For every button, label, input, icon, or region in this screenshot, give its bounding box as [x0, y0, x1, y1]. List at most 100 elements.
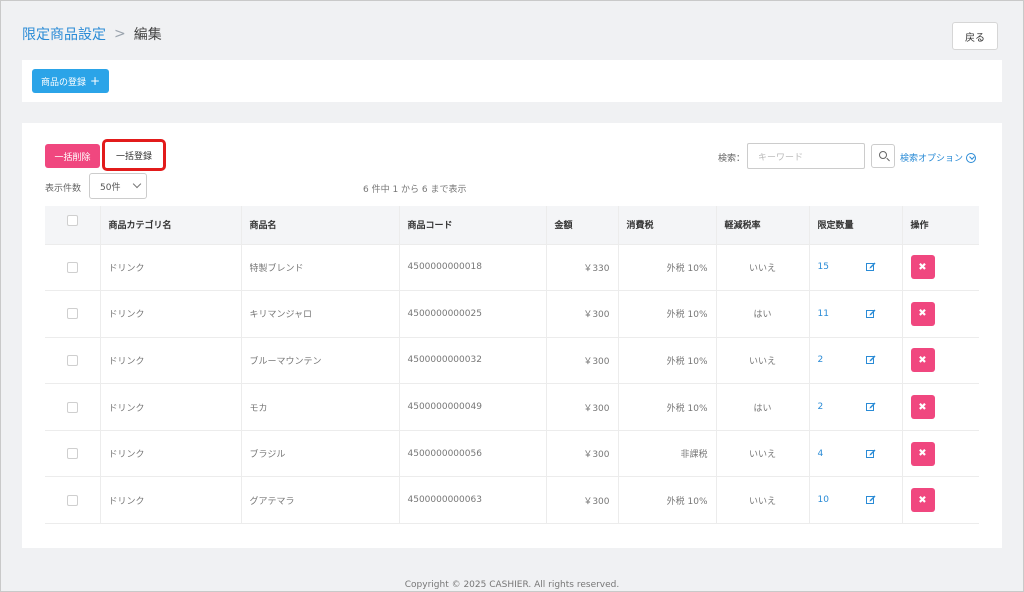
delete-row-button[interactable]: ✖	[910, 488, 935, 513]
header-reduced-rate[interactable]: 軽減税率	[716, 206, 810, 244]
row-checkbox-cell	[45, 383, 101, 431]
edit-icon[interactable]	[865, 402, 876, 412]
search-icon	[879, 151, 887, 159]
cell-price: ￥300	[546, 290, 619, 338]
cell-code: 4500000000032	[399, 336, 547, 384]
header-name[interactable]: 商品名	[241, 206, 400, 244]
close-icon: ✖	[918, 261, 927, 273]
cell-limit-qty: 2	[809, 383, 903, 431]
cell-category: ドリンク	[100, 336, 242, 384]
main-panel: 一括削除 一括登録 表示件数 50件 6 件中 1 から 6 まで表示 検索： …	[22, 123, 1002, 548]
cell-category: ドリンク	[100, 290, 242, 338]
cell-tax: 外税 10%	[618, 476, 717, 525]
cell-name: グアテマラ	[241, 476, 400, 525]
search-input[interactable]: キーワード	[747, 143, 865, 169]
cell-name: 特製ブレンド	[241, 243, 400, 291]
cell-reduced-rate: いいえ	[716, 336, 810, 384]
search-option-label: 検索オプション	[900, 154, 964, 164]
cell-limit-qty: 15	[809, 243, 903, 291]
header-code[interactable]: 商品コード	[399, 206, 547, 244]
edit-icon[interactable]	[865, 495, 876, 505]
cell-name: モカ	[241, 383, 400, 431]
cell-category: ドリンク	[100, 429, 242, 477]
row-checkbox[interactable]	[66, 448, 78, 460]
table-row: ドリンク ブルーマウンテン 4500000000032 ￥300 外税 10% いいえ 2 ✖	[45, 336, 979, 384]
breadcrumb: 限定商品設定 > 編集	[22, 24, 162, 44]
cell-name: ブルーマウンテン	[241, 336, 400, 384]
table-row: ドリンク キリマンジャロ 4500000000025 ￥300 外税 10% はい 11 ✖	[45, 290, 979, 338]
row-checkbox-cell	[45, 429, 101, 477]
delete-row-button[interactable]: ✖	[910, 255, 935, 280]
limit-wrap: 11	[818, 309, 902, 319]
delete-row-button[interactable]: ✖	[910, 348, 935, 373]
cell-code: 4500000000063	[399, 476, 547, 525]
limit-value-link[interactable]: 11	[818, 309, 829, 319]
row-checkbox[interactable]	[66, 261, 78, 273]
limit-wrap: 10	[818, 495, 902, 505]
limit-value-link[interactable]: 2	[818, 402, 824, 412]
row-checkbox[interactable]	[66, 401, 78, 413]
header-tax[interactable]: 消費税	[618, 206, 717, 244]
close-icon: ✖	[918, 354, 927, 366]
header-price[interactable]: 金額	[546, 206, 619, 244]
table-header-row: 商品カテゴリ名 商品名 商品コード 金額 消費税 軽減税率 限定数量 操作	[45, 206, 979, 244]
top-panel: 商品の登録 +	[22, 60, 1002, 102]
limit-value-link[interactable]: 2	[818, 355, 824, 365]
cell-code: 4500000000056	[399, 429, 547, 477]
search-option-link[interactable]: 検索オプション	[900, 151, 977, 164]
limit-wrap: 2	[818, 402, 902, 412]
cell-tax: 外税 10%	[618, 336, 717, 384]
bulk-register-button[interactable]: 一括登録	[102, 139, 166, 171]
cell-name: ブラジル	[241, 429, 400, 477]
breadcrumb-current: 編集	[133, 27, 162, 43]
register-product-button[interactable]: 商品の登録 +	[32, 69, 110, 93]
limit-wrap: 2	[818, 355, 902, 365]
breadcrumb-parent-link[interactable]: 限定商品設定	[22, 24, 106, 44]
cell-tax: 外税 10%	[618, 383, 717, 431]
header-limit-qty[interactable]: 限定数量	[809, 206, 903, 244]
delete-row-button[interactable]: ✖	[910, 441, 935, 466]
row-checkbox[interactable]	[66, 354, 78, 366]
cell-category: ドリンク	[100, 476, 242, 525]
limit-value-link[interactable]: 10	[818, 495, 829, 505]
footer-copyright: Copyright © 2025 CASHIER. All rights res…	[404, 580, 620, 590]
table-row: ドリンク ブラジル 4500000000056 ￥300 非課税 いいえ 4 ✖	[45, 429, 979, 477]
chevron-down-circle-icon	[966, 152, 977, 163]
edit-icon[interactable]	[865, 449, 876, 459]
limit-value-link[interactable]: 15	[818, 262, 829, 272]
cell-operation: ✖	[902, 383, 979, 431]
close-icon: ✖	[918, 308, 927, 320]
edit-icon[interactable]	[865, 309, 876, 319]
row-checkbox[interactable]	[66, 308, 78, 320]
edit-icon[interactable]	[865, 262, 876, 272]
cell-operation: ✖	[902, 429, 979, 477]
header-category[interactable]: 商品カテゴリ名	[100, 206, 242, 244]
header-operation: 操作	[902, 206, 979, 244]
cell-tax: 非課税	[618, 429, 717, 477]
table-row: ドリンク グアテマラ 4500000000063 ￥300 外税 10% いいえ 10 ✖	[45, 476, 979, 525]
chevron-right-icon: >	[114, 26, 126, 42]
perpage-select[interactable]: 50件	[89, 173, 147, 199]
cell-name: キリマンジャロ	[241, 290, 400, 338]
bulk-delete-button[interactable]: 一括削除	[45, 144, 100, 168]
cell-code: 4500000000025	[399, 290, 547, 338]
limit-wrap: 4	[818, 449, 902, 459]
select-all-checkbox[interactable]	[66, 214, 78, 226]
close-icon: ✖	[918, 494, 927, 506]
cell-operation: ✖	[902, 243, 979, 291]
delete-row-button[interactable]: ✖	[910, 301, 935, 326]
perpage-label: 表示件数	[45, 184, 82, 194]
cell-price: ￥300	[546, 429, 619, 477]
cell-limit-qty: 2	[809, 336, 903, 384]
cell-limit-qty: 11	[809, 290, 903, 338]
edit-icon[interactable]	[865, 355, 876, 365]
search-button[interactable]	[871, 144, 895, 168]
back-button[interactable]: 戻る	[952, 22, 998, 50]
limit-value-link[interactable]: 4	[818, 449, 824, 459]
cell-price: ￥300	[546, 336, 619, 384]
cell-tax: 外税 10%	[618, 243, 717, 291]
row-checkbox[interactable]	[66, 494, 78, 506]
row-checkbox-cell	[45, 476, 101, 525]
delete-row-button[interactable]: ✖	[910, 395, 935, 420]
cell-category: ドリンク	[100, 243, 242, 291]
